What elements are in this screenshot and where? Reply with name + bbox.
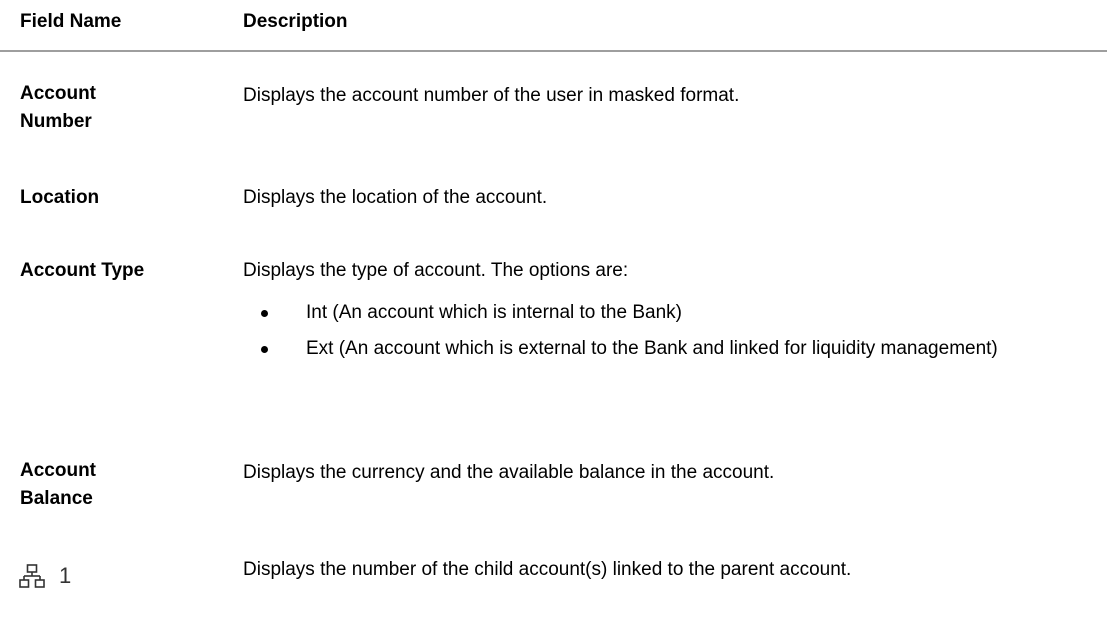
bullet-icon bbox=[261, 310, 268, 317]
table-header-row: Field Name Description bbox=[0, 0, 1107, 52]
description-account-type-text: Displays the type of account. The option… bbox=[243, 260, 629, 281]
option-int: Int (An account which is internal to the… bbox=[306, 302, 682, 323]
field-account-type: Account Type bbox=[20, 260, 145, 281]
field-child-accounts: 1 bbox=[19, 562, 71, 590]
description-child-accounts: Displays the number of the child account… bbox=[243, 559, 852, 580]
description-account-type: Displays the type of account. The option… bbox=[243, 259, 1073, 371]
description-header: Description bbox=[243, 11, 348, 32]
list-item: Ext (An account which is external to the… bbox=[243, 335, 1073, 363]
field-location: Location bbox=[20, 187, 100, 208]
account-type-options-list: Int (An account which is internal to the… bbox=[243, 299, 1073, 363]
child-account-count: 1 bbox=[59, 563, 72, 588]
hierarchy-icon bbox=[19, 564, 45, 588]
list-item: Int (An account which is internal to the… bbox=[243, 299, 1073, 327]
bullet-icon bbox=[261, 346, 268, 353]
option-ext: Ext (An account which is external to the… bbox=[306, 338, 998, 359]
field-account-number: Account Number bbox=[20, 83, 96, 132]
description-account-number: Displays the account number of the user … bbox=[243, 85, 740, 106]
description-account-balance: Displays the currency and the available … bbox=[243, 462, 775, 483]
description-location: Displays the location of the account. bbox=[243, 187, 548, 208]
field-name-header: Field Name bbox=[20, 11, 122, 32]
field-account-balance: Account Balance bbox=[20, 460, 96, 509]
